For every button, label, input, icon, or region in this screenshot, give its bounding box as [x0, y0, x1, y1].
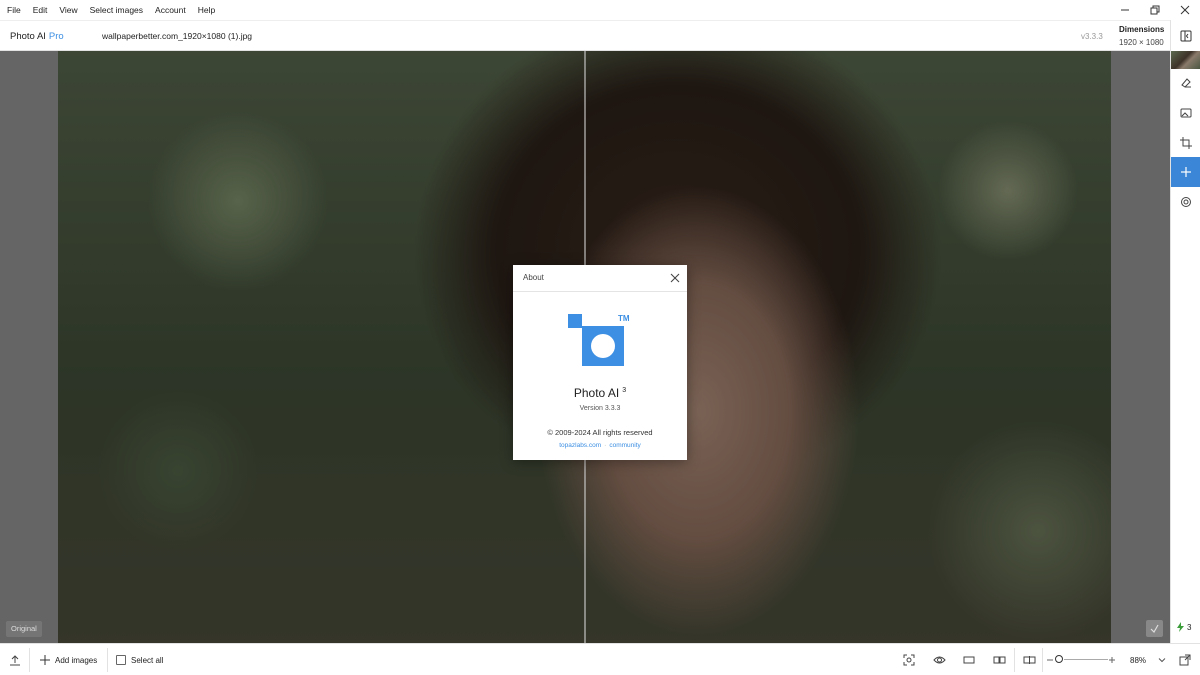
app-brand: Photo AI Pro: [10, 31, 64, 42]
credits-indicator[interactable]: 3: [1176, 622, 1191, 632]
plus-icon: [1109, 657, 1115, 663]
about-product-name: Photo AI 3: [513, 386, 687, 400]
dialog-title: About: [523, 273, 544, 282]
add-enhancement-button[interactable]: [1171, 157, 1200, 187]
original-tag: Original: [6, 621, 42, 637]
face-detect-button[interactable]: [903, 644, 915, 675]
add-images-button[interactable]: Add images: [39, 644, 97, 675]
product-name: Photo AI: [573, 386, 620, 400]
plus-icon: [40, 655, 50, 665]
menu-view[interactable]: View: [53, 0, 83, 20]
export-settings-icon: [1179, 654, 1191, 666]
divider: [29, 648, 30, 672]
website-link[interactable]: topazlabs.com: [559, 442, 601, 449]
restore-icon: [1150, 5, 1160, 15]
bottom-bar: Add images Select all 88%: [0, 643, 1200, 675]
add-images-label: Add images: [55, 655, 98, 665]
single-view-icon: [963, 656, 975, 664]
menu-file[interactable]: File: [0, 0, 27, 20]
zoom-value: 88%: [1130, 655, 1147, 665]
app-version-label: v3.3.3: [1081, 32, 1103, 41]
divider: [1042, 648, 1043, 672]
credits-count: 3: [1187, 622, 1192, 632]
checkbox-box: [116, 655, 126, 665]
crop-icon: [1180, 137, 1192, 149]
dimensions-label: Dimensions: [1119, 25, 1165, 34]
image-thumbnail[interactable]: [1171, 51, 1200, 69]
select-all-checkbox[interactable]: Select all: [116, 644, 163, 675]
confirm-button[interactable]: [1146, 620, 1163, 637]
photo-ai-logo-icon: TM: [568, 314, 630, 366]
copyright-notice: © 2009-2024 All rights reserved: [547, 428, 653, 437]
upload-icon: [10, 655, 20, 666]
dialog-close-button[interactable]: [668, 271, 682, 285]
remove-tool-button[interactable]: [1171, 68, 1200, 98]
image-frame-icon: [1180, 108, 1192, 118]
zoom-in-button[interactable]: [1108, 644, 1116, 675]
crop-tool-button[interactable]: [1171, 128, 1200, 158]
side-by-side-button[interactable]: [993, 644, 1006, 675]
about-version: Version 3.3.3: [579, 405, 621, 412]
menu-help[interactable]: Help: [192, 0, 221, 20]
menu-account[interactable]: Account: [149, 0, 192, 20]
close-icon: [670, 273, 680, 283]
panel-icon: [1180, 30, 1192, 42]
lightning-icon: [1177, 622, 1184, 632]
zoom-slider-handle[interactable]: [1055, 655, 1063, 663]
plus-icon: [1181, 167, 1191, 177]
select-all-label: Select all: [131, 655, 164, 665]
app-name: Photo AI: [10, 31, 46, 42]
chevron-down-icon: [1158, 658, 1166, 663]
preview-toggle-button[interactable]: [933, 644, 946, 675]
adjust-tool-button[interactable]: [1171, 187, 1200, 217]
plan-badge: Pro: [48, 31, 64, 42]
right-toolbar: [1170, 20, 1200, 643]
focus-frame-icon: [903, 654, 915, 666]
toggle-panel-button[interactable]: [1171, 21, 1200, 51]
menubar: File Edit View Select images Account Hel…: [0, 0, 1200, 20]
menu-select-images[interactable]: Select images: [84, 0, 149, 20]
zoom-out-button[interactable]: [1046, 644, 1054, 675]
minus-icon: [1047, 659, 1053, 661]
close-window-button[interactable]: [1170, 0, 1200, 20]
export-button[interactable]: [9, 644, 21, 675]
check-icon: [1150, 624, 1159, 633]
product-major-version: 3: [622, 387, 627, 394]
export-settings-button[interactable]: [1179, 644, 1191, 675]
menu-edit[interactable]: Edit: [27, 0, 54, 20]
header: Photo AI Pro wallpaperbetter.com_1920×108…: [0, 20, 1170, 51]
file-name: wallpaperbetter.com_1920×1080 (1).jpg: [102, 31, 253, 41]
zoom-slider-track[interactable]: [1064, 659, 1108, 660]
replace-background-button[interactable]: [1171, 98, 1200, 128]
zoom-dropdown[interactable]: 88%: [1130, 644, 1166, 675]
minimize-button[interactable]: [1110, 0, 1140, 20]
restore-button[interactable]: [1140, 0, 1170, 20]
split-view-button[interactable]: [1023, 644, 1036, 675]
circle-settings-icon: [1181, 197, 1191, 207]
link-separator: ·: [604, 442, 607, 449]
trademark: TM: [618, 314, 630, 323]
dialog-divider: [513, 291, 687, 292]
photo-ai-logo: TM: [568, 312, 634, 368]
split-view-icon: [1023, 656, 1036, 664]
eye-icon: [933, 656, 946, 664]
divider: [1014, 648, 1015, 672]
about-dialog: About TM Photo AI 3 Version 3.3.3 © 2009-…: [513, 265, 687, 460]
about-links: topazlabs.com · community: [513, 442, 687, 449]
eraser-icon: [1181, 78, 1191, 88]
side-by-side-icon: [993, 656, 1006, 664]
dimensions-value: 1920 × 1080: [1119, 38, 1164, 47]
community-link[interactable]: community: [609, 442, 640, 449]
single-view-button[interactable]: [963, 644, 975, 675]
minimize-icon: [1121, 9, 1129, 11]
close-icon: [1180, 5, 1190, 15]
divider: [107, 648, 108, 672]
